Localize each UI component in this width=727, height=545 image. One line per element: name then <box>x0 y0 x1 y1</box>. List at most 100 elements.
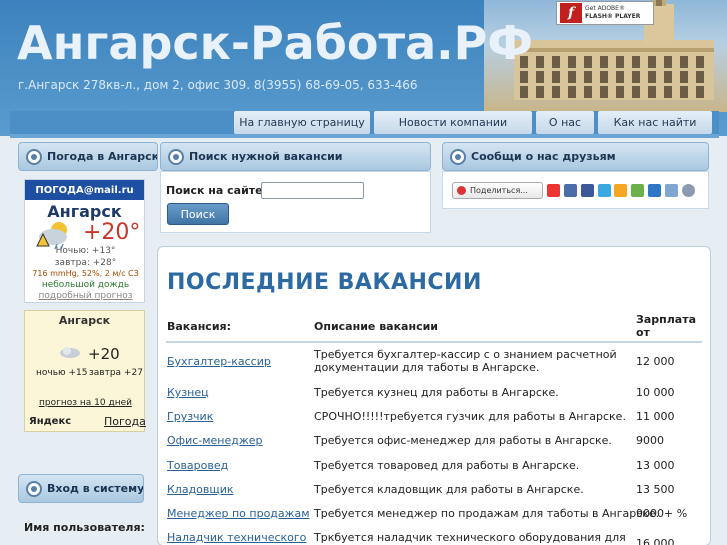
weather-panel-header: Погода в Ангарске <box>18 142 158 171</box>
vacancy-link-2[interactable]: Грузчик <box>167 410 213 423</box>
col-description: Описание вакансии <box>314 320 439 333</box>
building-window <box>664 71 672 83</box>
table-divider <box>166 341 702 343</box>
building-window <box>616 86 624 98</box>
building-window <box>664 56 672 68</box>
building-window <box>552 86 560 98</box>
social-panel-title: Сообщи о нас друзьям <box>471 150 616 163</box>
weather-mail-more-link[interactable]: подробный прогноз <box>25 291 146 301</box>
yandex-logo[interactable]: Яндекс <box>29 416 71 427</box>
building-window <box>600 71 608 83</box>
flash-badge-line2: FLASH® PLAYER <box>585 13 641 20</box>
odnoklassniki-icon[interactable] <box>547 184 560 197</box>
twitter-icon[interactable] <box>598 184 611 197</box>
nav-news[interactable]: Новости компании <box>374 111 532 134</box>
vacancy-desc-4: Требуется товаровед для работы в Ангарск… <box>314 459 580 472</box>
login-panel-title: Вход в систему <box>47 482 144 495</box>
building-window <box>696 86 704 98</box>
friends-icon[interactable] <box>631 184 644 197</box>
flash-icon: f <box>560 3 582 23</box>
weather-mail-tomorrow: завтра: +28° <box>54 258 117 268</box>
login-panel-header: Вход в систему <box>18 474 144 503</box>
vkontakte-icon[interactable] <box>564 184 577 197</box>
weather-yandex-forecast-link[interactable]: прогноз на 10 дней <box>25 398 146 408</box>
vacancy-salary-7: 16 000 <box>636 537 675 545</box>
gear-icon <box>26 148 42 165</box>
share-button[interactable]: Поделиться... <box>452 182 543 199</box>
vacancy-link-4[interactable]: Товаровед <box>167 459 228 472</box>
vacancy-salary-1: 10 000 <box>636 386 675 399</box>
building-window <box>632 86 640 98</box>
vacancy-desc-6: Требуется менеджер по продажам для табот… <box>314 507 660 520</box>
building-window <box>520 71 528 83</box>
vacancy-desc-5: Требуется кладовщик для работы в Ангарск… <box>314 483 584 496</box>
col-salary: Зарплата <box>636 313 696 326</box>
vacancy-link-5[interactable]: Кладовщик <box>167 483 234 496</box>
vacancy-link-7[interactable]: Наладчик технического <box>167 531 306 544</box>
building-window <box>648 86 656 98</box>
building-window <box>632 56 640 68</box>
more-services-icon[interactable] <box>682 184 695 197</box>
header-strip <box>10 134 719 138</box>
building-window <box>680 56 688 68</box>
vacancy-link-3[interactable]: Офис-менеджер <box>167 434 263 447</box>
vacancy-link-6[interactable]: Менеджер по продажам <box>167 507 310 520</box>
vacancy-salary-2: 11 000 <box>636 410 675 423</box>
search-panel-title: Поиск нужной вакансии <box>189 150 343 163</box>
site-title: Ангарск-Работа.РФ <box>17 16 533 70</box>
bookmark-icon[interactable] <box>665 184 678 197</box>
weather-yandex-temp: +20 <box>88 345 120 363</box>
col-vacancy: Вакансия: <box>167 320 231 333</box>
vacancy-desc-0b: документации для таботы в Ангарске. <box>314 361 540 374</box>
weather-mail-night: Ночью: +13° <box>55 246 116 256</box>
vacancy-link-1[interactable]: Кузнец <box>167 386 209 399</box>
weather-mail-city: Ангарск <box>47 202 122 221</box>
flash-badge-line1: Get ADOBE® <box>585 5 625 12</box>
vacancy-link-0[interactable]: Бухгалтер-кассир <box>167 355 271 368</box>
vacancies-heading: ПОСЛЕДНИЕ ВАКАНСИИ <box>167 270 482 295</box>
vacancy-desc-2: СРОЧНО!!!!!требуется гузчик для работы в… <box>314 410 626 423</box>
search-panel-header: Поиск нужной вакансии <box>160 142 431 171</box>
weather-mail-temp: +20° <box>83 220 141 245</box>
liveinternet-icon[interactable] <box>648 184 661 197</box>
building-window <box>520 86 528 98</box>
building-window <box>536 71 544 83</box>
cloud-icon <box>60 347 80 358</box>
building-window <box>648 71 656 83</box>
gear-icon <box>26 480 42 497</box>
share-label: Поделиться... <box>470 186 528 195</box>
flash-player-badge[interactable]: f Get ADOBE® FLASH® PLAYER <box>556 1 654 25</box>
vacancy-salary-4: 13 000 <box>636 459 675 472</box>
building-shape <box>514 40 714 100</box>
building-window <box>648 56 656 68</box>
share-icon <box>457 186 466 195</box>
building-window <box>568 86 576 98</box>
building-window <box>696 71 704 83</box>
nav-about[interactable]: О нас <box>536 111 594 134</box>
username-label: Имя пользователя: <box>24 521 145 534</box>
gear-icon <box>168 148 184 165</box>
nav-home[interactable]: На главную страницу <box>234 111 370 134</box>
building-window <box>568 71 576 83</box>
weather-yandex-link[interactable]: Погода <box>104 415 146 428</box>
site-address: г.Ангарск 278кв-л., дом 2, офис 309. 8(3… <box>18 78 418 92</box>
weather-mail-details: 716 mmHg, 52%, 2 м/с СЗ <box>32 269 139 278</box>
weather-yandex-widget[interactable]: Ангарск +20 ночью +15 завтра +27 прогноз… <box>24 310 146 432</box>
facebook-icon[interactable] <box>581 184 594 197</box>
weather-yandex-night: ночью +15 <box>36 368 88 378</box>
weather-mail-widget[interactable]: ПОГОДА@mail.ru Ангарск +20° Ночью: +13° … <box>24 179 145 303</box>
nav-location[interactable]: Как нас найти <box>598 111 712 134</box>
vacancy-salary-0: 12 000 <box>636 355 675 368</box>
building-window <box>536 86 544 98</box>
search-input[interactable] <box>261 182 364 199</box>
building-window <box>536 56 544 68</box>
building-window <box>584 71 592 83</box>
search-button[interactable]: Поиск <box>167 203 229 225</box>
social-panel-header: Сообщи о нас друзьям <box>442 142 709 171</box>
moimir-icon[interactable] <box>614 184 627 197</box>
vacancy-desc-7: Тркбуется наладчик технического оборудов… <box>314 531 626 544</box>
building-window <box>552 71 560 83</box>
building-window <box>632 71 640 83</box>
building-window <box>600 86 608 98</box>
weather-yandex-city: Ангарск <box>58 314 111 327</box>
